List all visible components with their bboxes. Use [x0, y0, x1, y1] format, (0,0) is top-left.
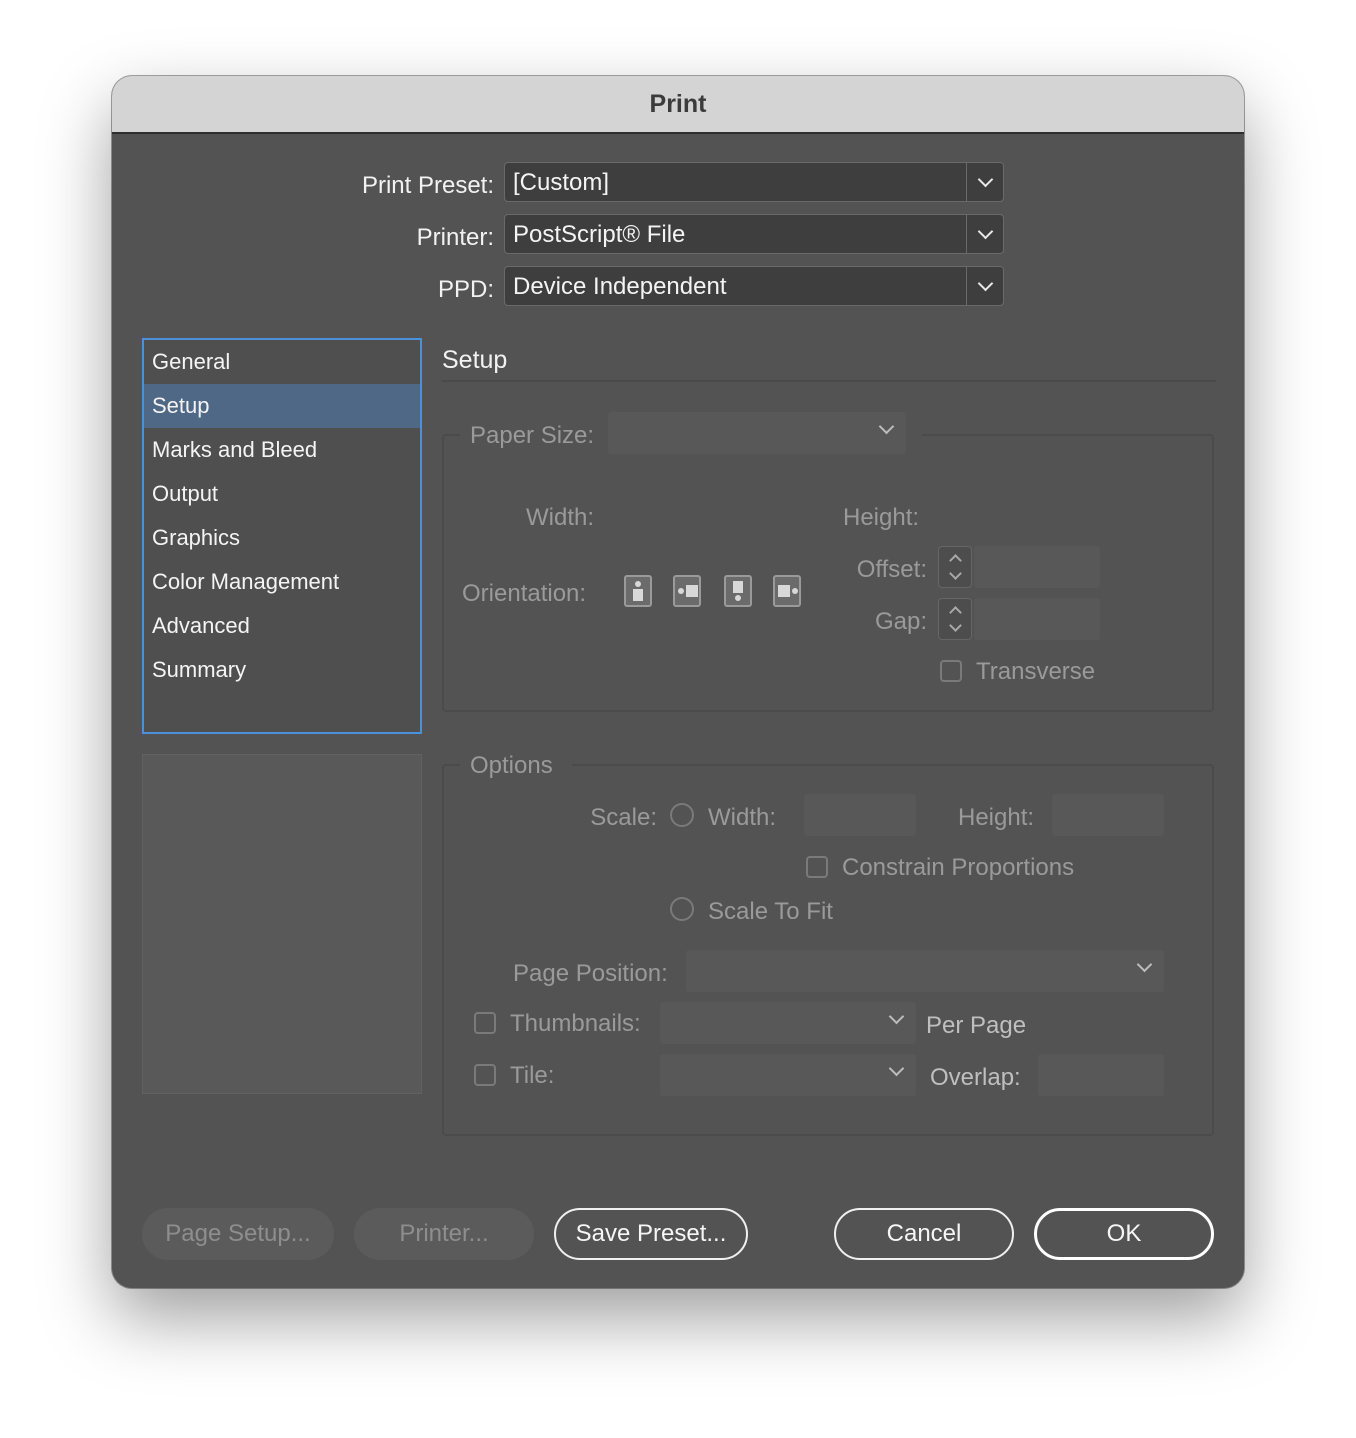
- print-preset-value: [Custom]: [513, 169, 610, 196]
- scale-height-label: Height:: [958, 804, 1035, 831]
- offset-stepper[interactable]: [938, 546, 972, 588]
- sidebar-item-summary[interactable]: Summary: [144, 648, 420, 692]
- options-title: Options: [470, 752, 553, 779]
- sidebar-item-output[interactable]: Output: [144, 472, 420, 516]
- cancel-button[interactable]: Cancel: [834, 1208, 1014, 1260]
- section-title: Setup: [442, 346, 508, 374]
- sidebar-item-graphics[interactable]: Graphics: [144, 516, 420, 560]
- gap-stepper[interactable]: [938, 598, 972, 640]
- overlap-label: Overlap:: [930, 1064, 1021, 1091]
- sidebar-item-setup[interactable]: Setup: [144, 384, 420, 428]
- transverse-checkbox[interactable]: [940, 660, 962, 682]
- overlap-field[interactable]: [1038, 1054, 1164, 1096]
- reverse-portrait-icon[interactable]: [724, 575, 752, 607]
- thumbnails-checkbox[interactable]: [474, 1012, 496, 1034]
- page-position-select[interactable]: [686, 950, 1164, 992]
- ppd-label: PPD:: [437, 276, 494, 303]
- chevron-down-icon: [888, 1060, 905, 1077]
- chevron-down-icon: [1136, 956, 1153, 973]
- print-preset-label: Print Preset:: [361, 172, 494, 199]
- scale-to-fit-label: Scale To Fit: [708, 898, 833, 925]
- page-position-label: Page Position:: [513, 960, 668, 987]
- ppd-value: Device Independent: [513, 273, 727, 300]
- page-preview: [142, 754, 422, 1094]
- paper-size-select[interactable]: [608, 412, 906, 454]
- page-setup-button[interactable]: Page Setup...: [142, 1208, 334, 1260]
- category-list: General Setup Marks and Bleed Output Gra…: [142, 338, 422, 734]
- height-label: Height:: [843, 504, 920, 531]
- width-label: Width:: [526, 504, 595, 531]
- tile-label: Tile:: [510, 1062, 555, 1089]
- portrait-icon[interactable]: [624, 575, 652, 607]
- printer-select[interactable]: PostScript® File: [504, 214, 1004, 254]
- section-divider: [442, 380, 1216, 382]
- scale-width-field[interactable]: [804, 794, 916, 836]
- gap-label: Gap:: [874, 608, 927, 635]
- print-preset-select[interactable]: [Custom]: [504, 162, 1004, 202]
- tile-select[interactable]: [660, 1054, 916, 1096]
- offset-label: Offset:: [856, 556, 927, 583]
- print-dialog: Print Print Preset: [Custom] Printer: Po…: [112, 76, 1244, 1288]
- chevron-down-icon: [888, 1008, 905, 1025]
- per-page-label: Per Page: [926, 1012, 1027, 1039]
- scale-height-field[interactable]: [1052, 794, 1164, 836]
- ppd-select[interactable]: Device Independent: [504, 266, 1004, 306]
- sidebar-item-advanced[interactable]: Advanced: [144, 604, 420, 648]
- reverse-landscape-icon[interactable]: [773, 575, 801, 607]
- tile-checkbox[interactable]: [474, 1064, 496, 1086]
- chevron-down-icon: [878, 418, 895, 435]
- scale-width-radio[interactable]: [670, 803, 694, 827]
- constrain-proportions-checkbox[interactable]: [806, 856, 828, 878]
- scale-width-label: Width:: [708, 804, 777, 831]
- chevron-down-icon: [966, 215, 1003, 253]
- thumbnails-label: Thumbnails:: [510, 1010, 641, 1037]
- sidebar-item-general[interactable]: General: [144, 340, 420, 384]
- printer-label: Printer:: [416, 224, 494, 251]
- chevron-down-icon: [966, 163, 1003, 201]
- window-title: Print: [112, 76, 1244, 134]
- thumbnails-select[interactable]: [660, 1002, 916, 1044]
- save-preset-button[interactable]: Save Preset...: [554, 1208, 748, 1260]
- offset-field[interactable]: [974, 546, 1100, 588]
- paper-size-label: Paper Size:: [470, 422, 595, 449]
- orientation-label: Orientation:: [462, 580, 587, 607]
- landscape-icon[interactable]: [673, 575, 701, 607]
- printer-value: PostScript® File: [513, 221, 686, 248]
- scale-to-fit-radio[interactable]: [670, 897, 694, 921]
- gap-field[interactable]: [974, 598, 1100, 640]
- ok-button[interactable]: OK: [1034, 1208, 1214, 1260]
- chevron-down-icon: [966, 267, 1003, 305]
- transverse-label: Transverse: [976, 658, 1096, 685]
- printer-button[interactable]: Printer...: [354, 1208, 534, 1260]
- sidebar-item-color-management[interactable]: Color Management: [144, 560, 420, 604]
- scale-label: Scale:: [590, 804, 657, 831]
- sidebar-item-marks-and-bleed[interactable]: Marks and Bleed: [144, 428, 420, 472]
- constrain-proportions-label: Constrain Proportions: [842, 854, 1075, 881]
